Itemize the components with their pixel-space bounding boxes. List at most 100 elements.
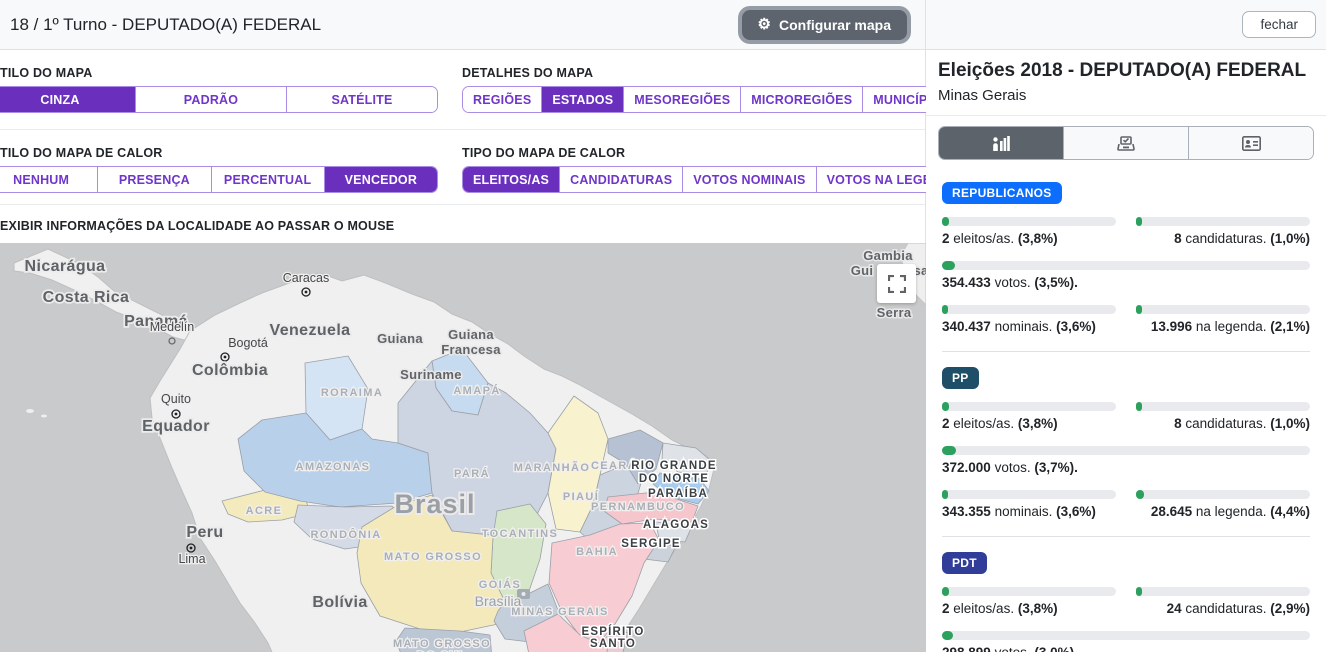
map-detail-group: REGIÕES ESTADOS MESOREGIÕES MICROREGIÕES… bbox=[462, 86, 961, 113]
candidaturas-bar bbox=[1136, 587, 1310, 596]
fullscreen-button[interactable] bbox=[877, 264, 916, 303]
svg-text:AMAZONAS: AMAZONAS bbox=[296, 461, 371, 473]
heat-type-label: TIPO DO MAPA DE CALOR bbox=[462, 146, 984, 160]
islands bbox=[26, 409, 34, 413]
svg-text:TOCANTINS: TOCANTINS bbox=[482, 528, 559, 540]
type-eleitos[interactable]: ELEITOS/AS bbox=[463, 167, 560, 192]
nominais-bar bbox=[942, 490, 1116, 499]
eleitos-stat: 2 eleitos/as. (3,8%) bbox=[942, 231, 1116, 246]
sidebar-header: Eleições 2018 - DEPUTADO(A) FEDERAL Mina… bbox=[926, 50, 1326, 116]
results-tabs bbox=[938, 126, 1314, 160]
detail-mesoregioes[interactable]: MESOREGIÕES bbox=[624, 87, 741, 112]
map-style-padrao[interactable]: PADRÃO bbox=[136, 87, 287, 112]
svg-text:Gambia: Gambia bbox=[863, 248, 913, 263]
svg-text:Costa Rica: Costa Rica bbox=[43, 289, 130, 306]
votos-stat: 298.899 votos. (3,0%). bbox=[942, 645, 1310, 652]
svg-text:Serra: Serra bbox=[877, 305, 912, 320]
divider bbox=[942, 536, 1310, 537]
svg-text:Venezuela: Venezuela bbox=[270, 322, 351, 339]
votos-bar bbox=[942, 446, 1310, 455]
legenda-stat: 13.996 na legenda. (2,1%) bbox=[1136, 319, 1310, 334]
svg-text:Nicarágua: Nicarágua bbox=[25, 258, 106, 275]
heat-style-label: TILO DO MAPA DE CALOR bbox=[0, 146, 452, 160]
map-style-satelite[interactable]: SATÉLITE bbox=[287, 87, 437, 112]
map-style-cinza[interactable]: CINZA bbox=[0, 87, 136, 112]
svg-text:Francesa: Francesa bbox=[441, 342, 501, 357]
heat-presenca[interactable]: PRESENÇA bbox=[98, 167, 211, 192]
nominais-bar bbox=[942, 305, 1116, 314]
map-topbar: 18 / 1º Turno - DEPUTADO(A) FEDERAL ⚙ Co… bbox=[0, 0, 925, 50]
svg-text:SERGIPE: SERGIPE bbox=[621, 538, 681, 550]
svg-text:Equador: Equador bbox=[142, 418, 210, 435]
eleitos-bar bbox=[942, 217, 1116, 226]
eleitos-stat: 2 eleitos/as. (3,8%) bbox=[942, 416, 1116, 431]
legenda-stat: 28.645 na legenda. (4,4%) bbox=[1136, 504, 1310, 519]
election-map-app: 18 / 1º Turno - DEPUTADO(A) FEDERAL ⚙ Co… bbox=[0, 0, 1326, 652]
votos-bar bbox=[942, 261, 1310, 270]
sidebar-topbar: fechar bbox=[926, 0, 1326, 50]
heat-type-group: ELEITOS/AS CANDIDATURAS VOTOS NOMINAIS V… bbox=[462, 166, 970, 193]
map-canvas[interactable]: Nicarágua Costa Rica Panamá Caracas Vene… bbox=[0, 243, 926, 652]
map-detail-label: DETALHES DO MAPA bbox=[462, 66, 975, 80]
ballot-box-icon bbox=[1117, 136, 1135, 151]
svg-text:Suriname: Suriname bbox=[400, 367, 462, 382]
votos-stat: 372.000 votos. (3,7%). bbox=[942, 460, 1310, 475]
svg-text:Gui: Gui bbox=[851, 263, 874, 278]
type-candidaturas[interactable]: CANDIDATURAS bbox=[560, 167, 683, 192]
svg-text:Bogotá: Bogotá bbox=[228, 336, 268, 350]
nominais-stat: 340.437 nominais. (3,6%) bbox=[942, 319, 1116, 334]
type-votos-nominais[interactable]: VOTOS NOMINAIS bbox=[683, 167, 816, 192]
svg-text:MARANHÃO: MARANHÃO bbox=[514, 461, 591, 474]
party-results-list: REPUBLICANOS 2 eleitos/as. (3,8%) 8 cand… bbox=[926, 160, 1326, 652]
svg-text:Guiana: Guiana bbox=[377, 331, 423, 346]
svg-text:AMAPÁ: AMAPÁ bbox=[453, 384, 500, 397]
tab-results-chart[interactable] bbox=[939, 127, 1064, 159]
svg-text:PARAÍBA: PARAÍBA bbox=[648, 487, 708, 500]
candidaturas-stat: 8 candidaturas. (1,0%) bbox=[1136, 231, 1310, 246]
hover-info-label: EXIBIR INFORMAÇÕES DA LOCALIDADE AO PASS… bbox=[0, 219, 925, 233]
party-card-pdt: PDT 2 eleitos/as. (3,8%) 24 candidaturas… bbox=[942, 552, 1310, 652]
eleitos-stat: 2 eleitos/as. (3,8%) bbox=[942, 601, 1116, 616]
svg-text:PERNAMBUCO: PERNAMBUCO bbox=[591, 501, 685, 513]
configure-map-button[interactable]: ⚙ Configurar mapa bbox=[742, 10, 907, 40]
page-title: 18 / 1º Turno - DEPUTADO(A) FEDERAL bbox=[10, 15, 321, 35]
svg-text:RONDÔNIA: RONDÔNIA bbox=[310, 528, 381, 541]
tab-ballot-box[interactable] bbox=[1064, 127, 1189, 159]
detail-estados[interactable]: ESTADOS bbox=[542, 87, 624, 112]
tab-candidates-card[interactable] bbox=[1189, 127, 1313, 159]
map-style-label: TILO DO MAPA bbox=[0, 66, 452, 80]
configure-map-label: Configurar mapa bbox=[779, 17, 891, 33]
heat-nenhum[interactable]: NENHUM bbox=[0, 167, 98, 192]
eleitos-bar bbox=[942, 587, 1116, 596]
contact-card-icon bbox=[1242, 136, 1261, 151]
gears-icon: ⚙ bbox=[758, 17, 771, 32]
location-subtitle: Minas Gerais bbox=[938, 87, 1314, 104]
detail-microregioes[interactable]: MICROREGIÕES bbox=[741, 87, 863, 112]
party-card-republicanos: REPUBLICANOS 2 eleitos/as. (3,8%) 8 cand… bbox=[942, 182, 1310, 334]
eleitos-bar bbox=[942, 402, 1116, 411]
svg-text:ACRE: ACRE bbox=[246, 505, 283, 517]
svg-text:GOIÁS: GOIÁS bbox=[479, 578, 521, 591]
svg-text:PARÁ: PARÁ bbox=[454, 467, 490, 480]
heat-percentual[interactable]: PERCENTUAL bbox=[212, 167, 325, 192]
close-button[interactable]: fechar bbox=[1242, 11, 1316, 38]
candidaturas-stat: 24 candidaturas. (2,9%) bbox=[1136, 601, 1310, 616]
svg-text:Peru: Peru bbox=[186, 524, 223, 541]
svg-text:BAHIA: BAHIA bbox=[576, 546, 618, 558]
detail-regioes[interactable]: REGIÕES bbox=[463, 87, 542, 112]
svg-text:RIO GRANDE: RIO GRANDE bbox=[631, 460, 716, 472]
svg-text:Brasil: Brasil bbox=[394, 489, 475, 519]
results-bar-chart-icon bbox=[992, 136, 1011, 151]
svg-text:Lima: Lima bbox=[178, 552, 205, 566]
nominais-stat: 343.355 nominais. (3,6%) bbox=[942, 504, 1116, 519]
results-sidebar: fechar Eleições 2018 - DEPUTADO(A) FEDER… bbox=[926, 0, 1326, 652]
svg-text:Caracas: Caracas bbox=[283, 271, 330, 285]
heat-vencedor[interactable]: VENCEDOR bbox=[325, 167, 437, 192]
svg-text:SANTO: SANTO bbox=[590, 638, 636, 650]
svg-text:Guiana: Guiana bbox=[448, 327, 494, 342]
map-controls: TILO DO MAPA CINZA PADRÃO SATÉLITE DETAL… bbox=[0, 50, 925, 243]
svg-text:MATO GROSSO: MATO GROSSO bbox=[393, 638, 491, 650]
map-style-group: CINZA PADRÃO SATÉLITE bbox=[0, 86, 438, 113]
candidaturas-bar bbox=[1136, 217, 1310, 226]
candidaturas-bar bbox=[1136, 402, 1310, 411]
